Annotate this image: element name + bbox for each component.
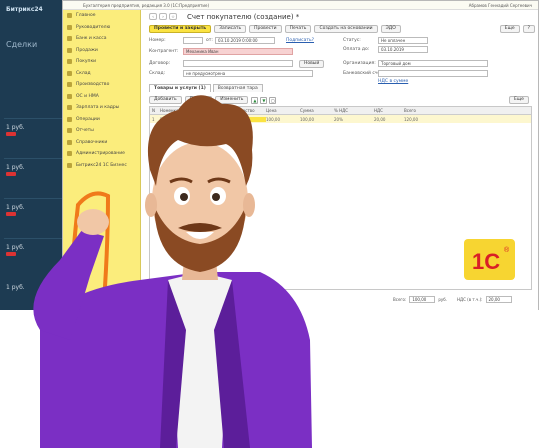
pupil-right xyxy=(212,193,220,201)
hand xyxy=(77,209,109,235)
cartoon-man-illustration xyxy=(33,95,312,448)
ear-left xyxy=(145,193,157,217)
ear-right xyxy=(243,193,255,217)
pupil-left xyxy=(180,193,188,201)
